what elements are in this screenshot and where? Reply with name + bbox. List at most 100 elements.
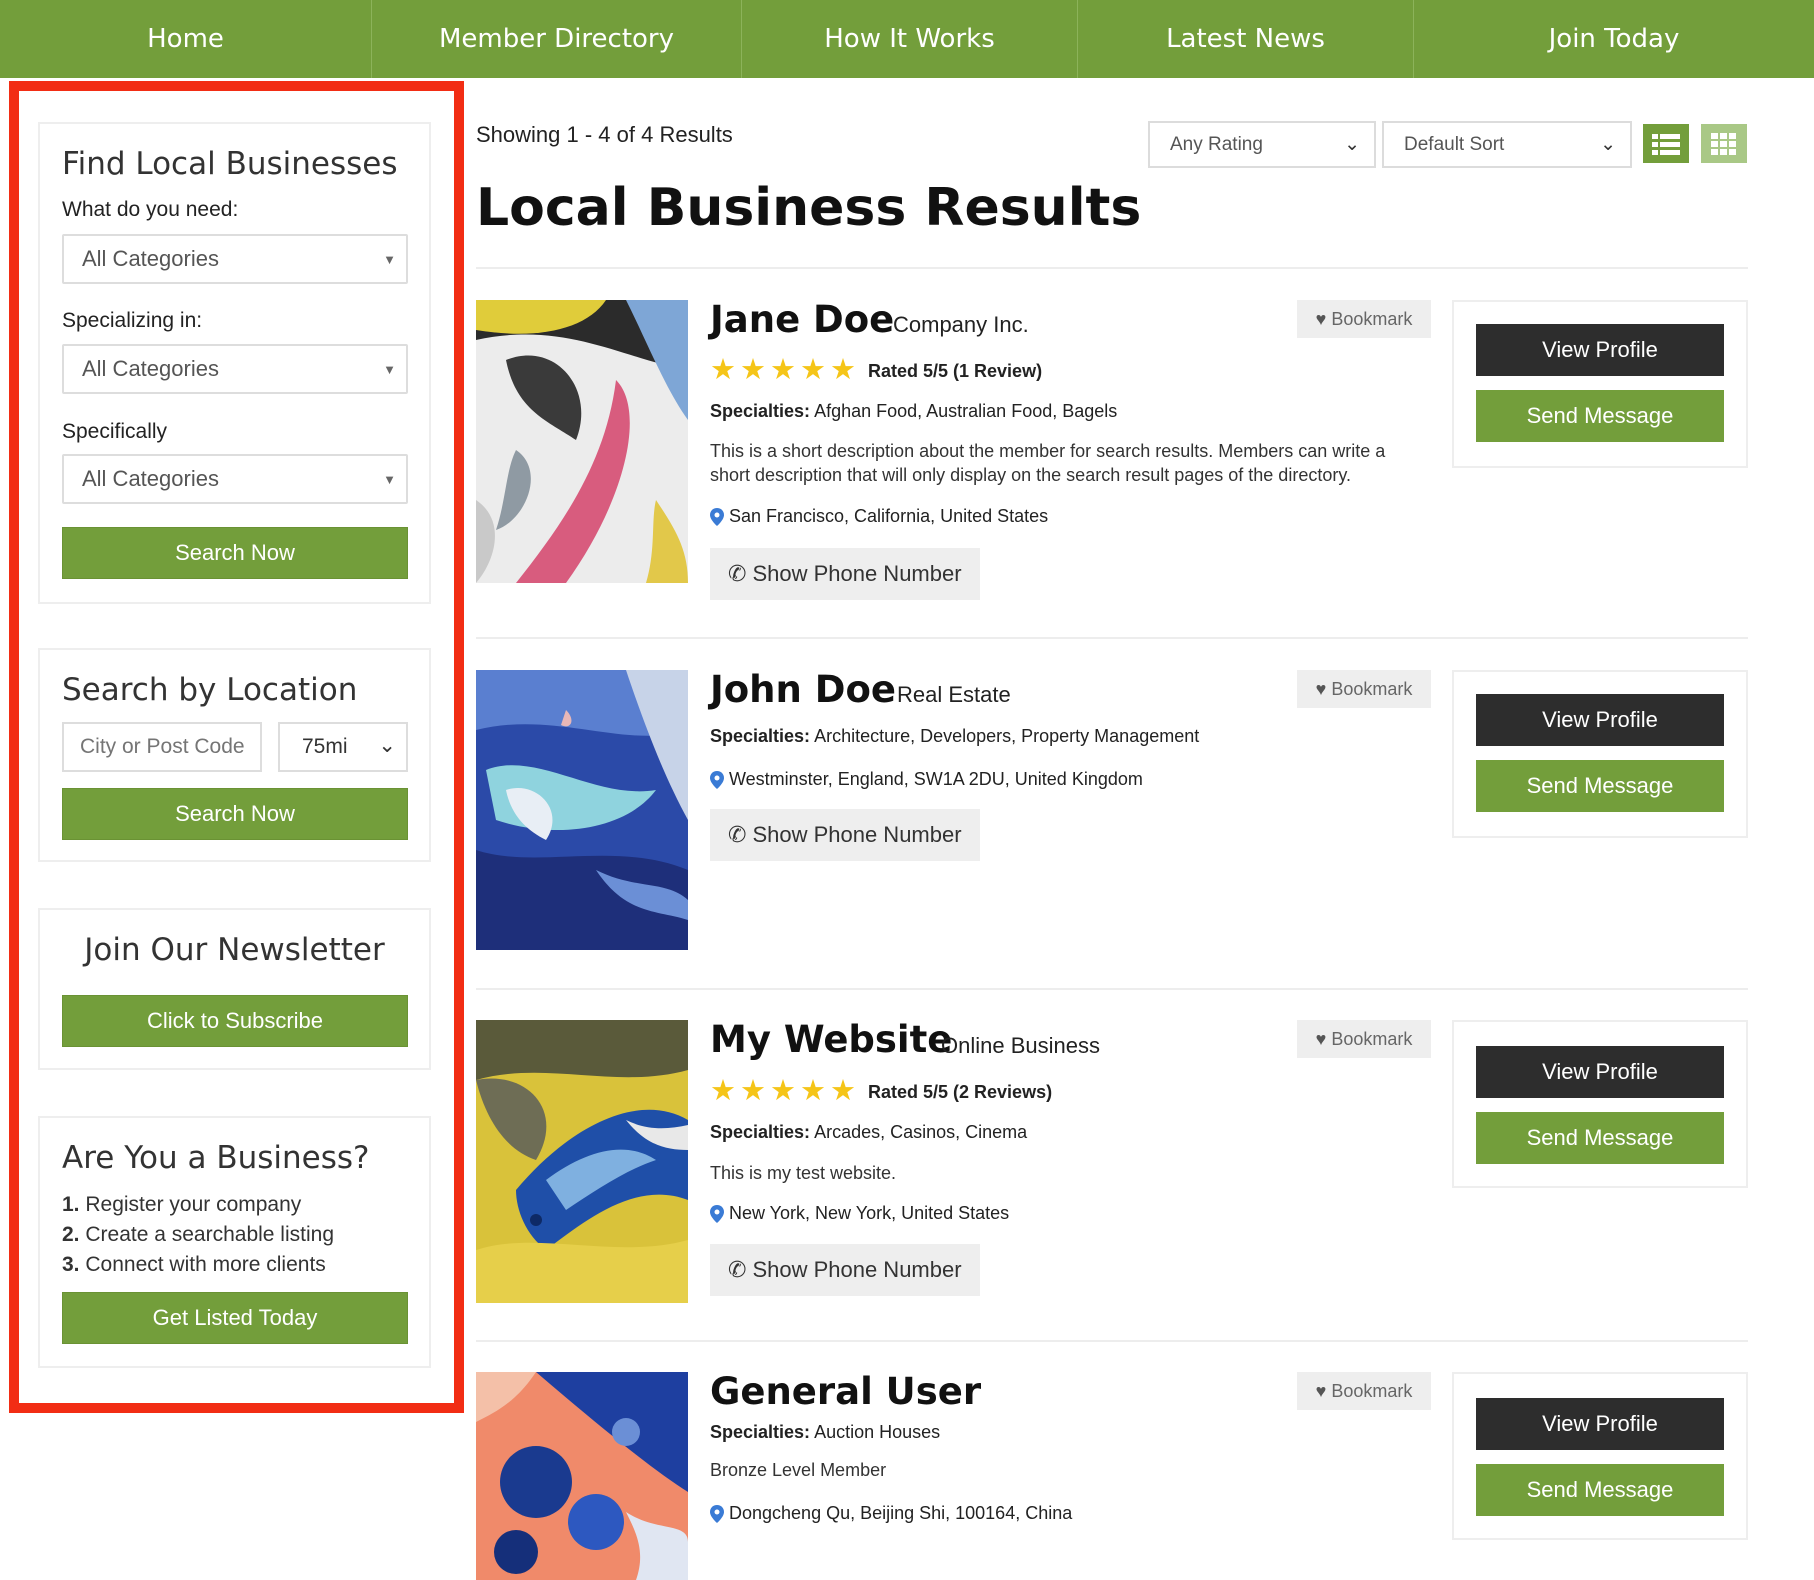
specializing-select[interactable]: All Categories ▼ xyxy=(62,344,408,394)
business-step: 3. Connect with more clients xyxy=(62,1253,326,1276)
sort-filter[interactable]: Default Sort ⌄ xyxy=(1382,121,1632,168)
divider xyxy=(476,637,1748,639)
bookmark-button[interactable]: ♥ Bookmark xyxy=(1297,1020,1431,1058)
specifically-select-value: All Categories xyxy=(82,466,219,491)
star-icon: ★ xyxy=(800,354,830,386)
heart-icon: ♥ xyxy=(1315,1028,1327,1049)
star-icon: ★ xyxy=(770,1075,800,1107)
star-icon: ★ xyxy=(770,354,800,386)
member-name[interactable]: John Doe xyxy=(710,668,896,711)
get-listed-button[interactable]: Get Listed Today xyxy=(62,1292,408,1344)
subscribe-button[interactable]: Click to Subscribe xyxy=(62,995,408,1047)
star-icon: ★ xyxy=(740,1075,770,1107)
newsletter-widget: Join Our Newsletter Click to Subscribe xyxy=(38,908,431,1070)
nav-latest-news[interactable]: Latest News xyxy=(1078,0,1414,78)
chevron-down-icon: ⌄ xyxy=(378,734,396,757)
phone-icon: ✆ xyxy=(728,561,747,586)
bookmark-button[interactable]: ♥ Bookmark xyxy=(1297,300,1431,338)
show-phone-button[interactable]: ✆ Show Phone Number xyxy=(710,548,980,600)
heart-icon: ♥ xyxy=(1315,308,1327,329)
member-company: Company Inc. xyxy=(893,312,1029,337)
radius-select[interactable]: 75mi ⌄ xyxy=(278,722,408,772)
abstract-art-image xyxy=(476,1020,688,1303)
newsletter-title: Join Our Newsletter xyxy=(84,932,385,968)
view-profile-button[interactable]: View Profile xyxy=(1476,1398,1724,1450)
need-label: What do you need: xyxy=(62,198,239,221)
location-widget: Search by Location 75mi ⌄ Search Now xyxy=(38,648,431,862)
map-pin-icon xyxy=(710,507,724,526)
need-select-value: All Categories xyxy=(82,246,219,271)
member-company: Real Estate xyxy=(897,682,1011,707)
heart-icon: ♥ xyxy=(1315,1380,1327,1401)
member-actions: View Profile Send Message xyxy=(1452,1372,1748,1540)
star-icon: ★ xyxy=(710,1075,740,1107)
member-thumbnail[interactable] xyxy=(476,300,688,583)
view-profile-button[interactable]: View Profile xyxy=(1476,694,1724,746)
member-name[interactable]: My Website xyxy=(710,1018,952,1061)
member-description: Bronze Level Member xyxy=(710,1460,887,1480)
divider xyxy=(476,988,1748,990)
page-title: Local Business Results xyxy=(476,178,1142,238)
specifically-label: Specifically xyxy=(62,420,168,443)
send-message-button[interactable]: Send Message xyxy=(1476,1112,1724,1164)
rating-text: Rated 5/5 (2 Reviews) xyxy=(868,1082,1053,1102)
nav-home[interactable]: Home xyxy=(0,0,372,78)
divider xyxy=(476,267,1748,269)
star-rating: ★★★★★ xyxy=(710,1073,860,1108)
member-specialties: Specialties: Architecture, Developers, P… xyxy=(710,726,1200,746)
list-view-button[interactable] xyxy=(1643,124,1689,163)
grid-view-button[interactable] xyxy=(1701,124,1747,163)
member-specialties: Specialties: Auction Houses xyxy=(710,1422,941,1442)
rating-filter[interactable]: Any Rating ⌄ xyxy=(1148,121,1376,168)
find-businesses-widget: Find Local Businesses What do you need: … xyxy=(38,122,431,604)
city-postcode-input[interactable] xyxy=(62,722,262,772)
grid-view-icon xyxy=(1711,132,1736,155)
find-search-button[interactable]: Search Now xyxy=(62,527,408,579)
chevron-down-icon: ⌄ xyxy=(1600,134,1616,155)
star-icon: ★ xyxy=(830,354,860,386)
star-icon: ★ xyxy=(800,1075,830,1107)
phone-icon: ✆ xyxy=(728,822,747,847)
member-actions: View Profile Send Message xyxy=(1452,670,1748,838)
business-step: 2. Create a searchable listing xyxy=(62,1223,334,1246)
member-location: New York, New York, United States xyxy=(710,1203,1009,1224)
member-name[interactable]: Jane Doe xyxy=(710,298,894,341)
rating-text: Rated 5/5 (1 Review) xyxy=(868,361,1043,381)
bookmark-button[interactable]: ♥ Bookmark xyxy=(1297,670,1431,708)
member-thumbnail[interactable] xyxy=(476,1020,688,1303)
caret-down-icon: ▼ xyxy=(383,252,396,267)
member-thumbnail[interactable] xyxy=(476,670,688,950)
send-message-button[interactable]: Send Message xyxy=(1476,390,1724,442)
specifically-select[interactable]: All Categories ▼ xyxy=(62,454,408,504)
business-steps: 1. Register your company 2. Create a sea… xyxy=(62,1190,334,1280)
send-message-button[interactable]: Send Message xyxy=(1476,760,1724,812)
bookmark-button[interactable]: ♥ Bookmark xyxy=(1297,1372,1431,1410)
results-count: Showing 1 - 4 of 4 Results xyxy=(476,122,733,147)
location-search-button[interactable]: Search Now xyxy=(62,788,408,840)
view-profile-button[interactable]: View Profile xyxy=(1476,324,1724,376)
send-message-button[interactable]: Send Message xyxy=(1476,1464,1724,1516)
need-select[interactable]: All Categories ▼ xyxy=(62,234,408,284)
member-location: San Francisco, California, United States xyxy=(710,506,1048,527)
member-location: Dongcheng Qu, Beijing Shi, 100164, China xyxy=(710,1503,1072,1524)
top-navigation: Home Member Directory How It Works Lates… xyxy=(0,0,1814,78)
show-phone-button[interactable]: ✆ Show Phone Number xyxy=(710,809,980,861)
member-specialties: Specialties: Afghan Food, Australian Foo… xyxy=(710,401,1118,421)
view-profile-button[interactable]: View Profile xyxy=(1476,1046,1724,1098)
specializing-label: Specializing in: xyxy=(62,309,203,332)
show-phone-button[interactable]: ✆ Show Phone Number xyxy=(710,1244,980,1296)
business-widget: Are You a Business? 1. Register your com… xyxy=(38,1116,431,1368)
star-icon: ★ xyxy=(710,354,740,386)
chevron-down-icon: ⌄ xyxy=(1344,134,1360,155)
location-title: Search by Location xyxy=(62,672,358,708)
find-businesses-title: Find Local Businesses xyxy=(62,146,398,182)
nav-join-today[interactable]: Join Today xyxy=(1414,0,1814,78)
member-description: This is my test website. xyxy=(710,1163,897,1183)
member-name[interactable]: General User xyxy=(710,1370,981,1413)
star-icon: ★ xyxy=(830,1075,860,1107)
member-thumbnail[interactable] xyxy=(476,1372,688,1580)
nav-how-it-works[interactable]: How It Works xyxy=(742,0,1078,78)
map-pin-icon xyxy=(710,1204,724,1223)
nav-member-directory[interactable]: Member Directory xyxy=(372,0,742,78)
member-company: Online Business xyxy=(941,1033,1100,1058)
